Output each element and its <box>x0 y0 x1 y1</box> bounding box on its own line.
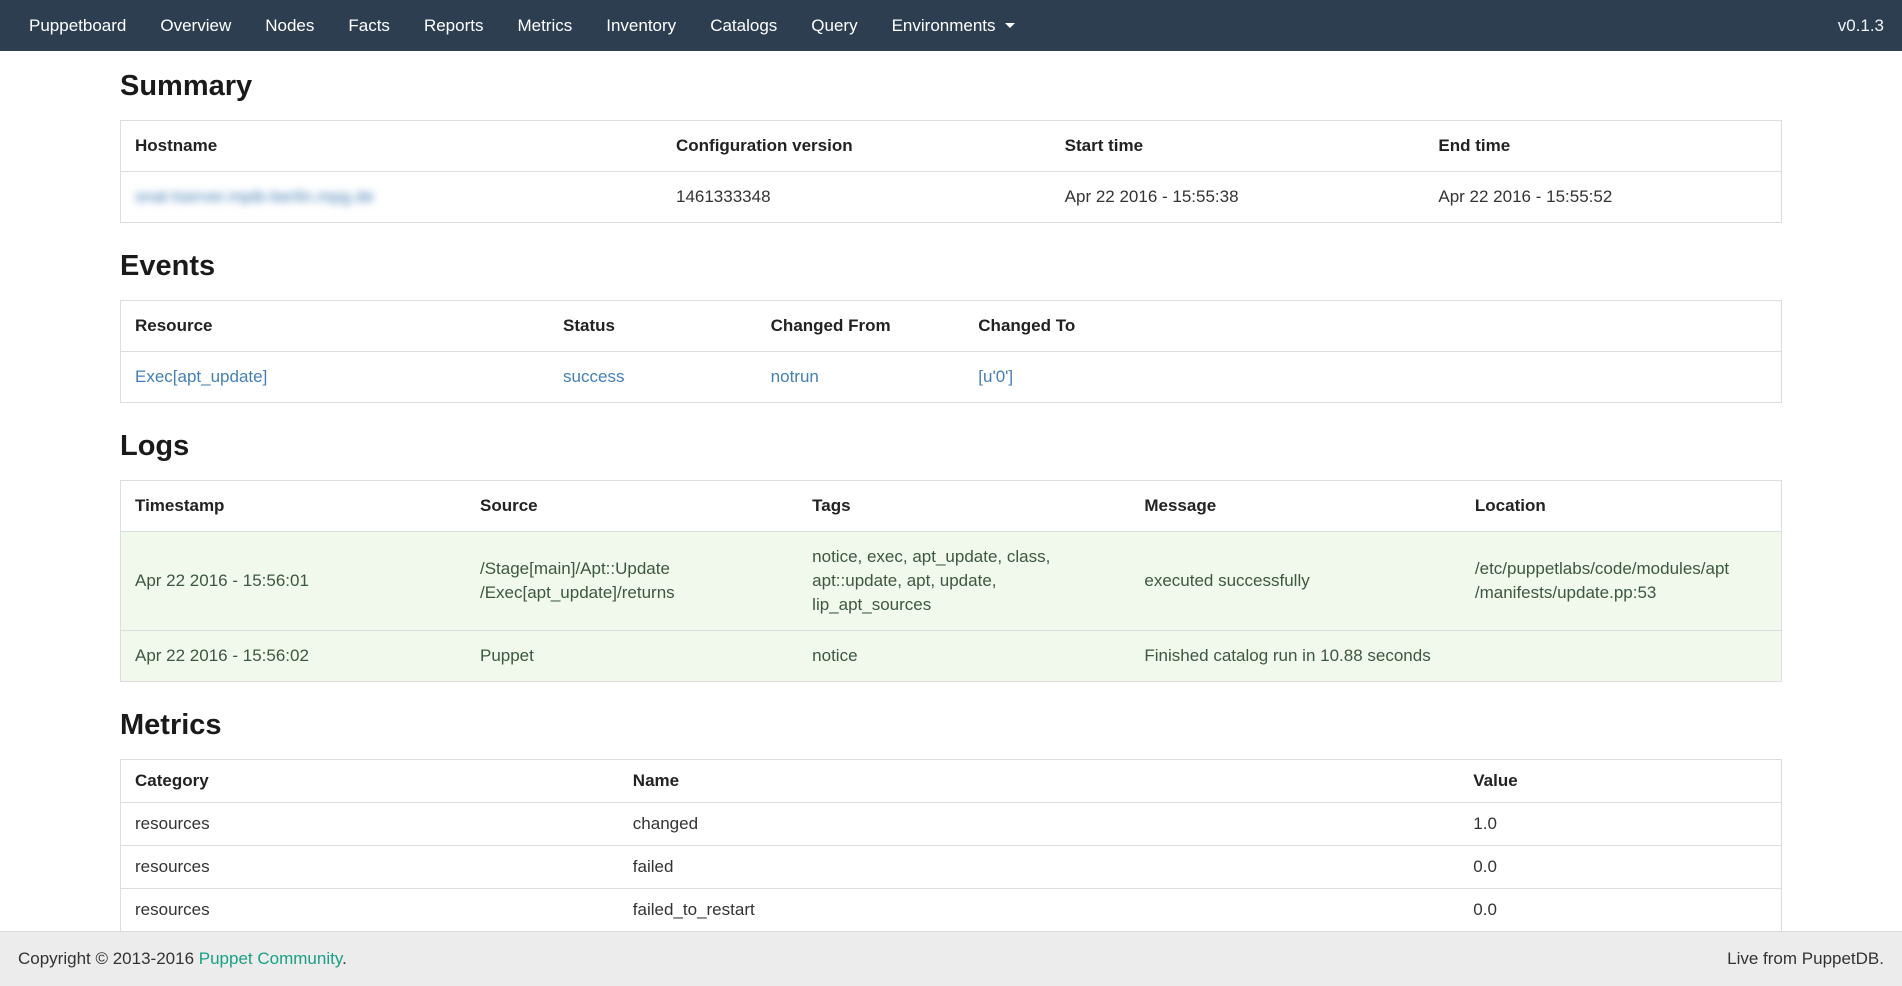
summary-col-end-time: End time <box>1424 121 1781 172</box>
metrics-table: Category Name Value resources changed 1.… <box>120 759 1782 932</box>
nav-item-metrics[interactable]: Metrics <box>500 0 589 51</box>
metric-value-cell: 1.0 <box>1459 803 1781 846</box>
footer-copyright-suffix: . <box>342 949 347 968</box>
metric-category-cell: resources <box>121 803 619 846</box>
nav-item-facts[interactable]: Facts <box>331 0 407 51</box>
events-col-resource: Resource <box>121 301 550 352</box>
summary-header-row: Hostname Configuration version Start tim… <box>121 121 1782 172</box>
nav-items: Overview Nodes Facts Reports Metrics Inv… <box>143 0 1031 51</box>
nav-dropdown-environments[interactable]: Environments <box>875 0 1032 51</box>
summary-col-start-time: Start time <box>1051 121 1425 172</box>
nav-item-nodes[interactable]: Nodes <box>248 0 331 51</box>
logs-header-row: Timestamp Source Tags Message Location <box>121 481 1782 532</box>
events-col-changed-to: Changed To <box>964 301 1781 352</box>
log-timestamp-cell: Apr 22 2016 - 15:56:02 <box>121 631 466 682</box>
events-col-status: Status <box>549 301 757 352</box>
main-content: Summary Hostname Configuration version S… <box>120 68 1782 932</box>
metrics-header-row: Category Name Value <box>121 760 1782 803</box>
log-location-cell <box>1461 631 1782 682</box>
logs-col-timestamp: Timestamp <box>121 481 466 532</box>
events-heading: Events <box>120 248 1782 284</box>
summary-col-hostname: Hostname <box>121 121 662 172</box>
caret-down-icon <box>1005 23 1015 28</box>
nav-item-overview[interactable]: Overview <box>143 0 248 51</box>
footer: Copyright © 2013-2016 Puppet Community. … <box>0 931 1902 986</box>
version-label: v0.1.3 <box>1838 0 1902 51</box>
nav-brand-puppetboard[interactable]: Puppetboard <box>12 0 143 51</box>
metrics-col-category: Category <box>121 760 619 803</box>
metric-row: resources changed 1.0 <box>121 803 1782 846</box>
nav-item-reports[interactable]: Reports <box>407 0 501 51</box>
event-changed-from-link[interactable]: notrun <box>771 367 819 386</box>
log-tags-cell: notice <box>798 631 1130 682</box>
logs-table: Timestamp Source Tags Message Location A… <box>120 480 1782 682</box>
logs-col-message: Message <box>1130 481 1461 532</box>
events-col-changed-from: Changed From <box>757 301 965 352</box>
summary-row: snat-tserver.mpib-berlin.mpg.de 14613333… <box>121 172 1782 223</box>
log-timestamp-cell: Apr 22 2016 - 15:56:01 <box>121 532 466 631</box>
event-resource-link[interactable]: Exec[apt_update] <box>135 367 267 386</box>
metrics-col-name: Name <box>619 760 1459 803</box>
navbar: Puppetboard Overview Nodes Facts Reports… <box>0 0 1902 51</box>
metrics-heading: Metrics <box>120 707 1782 743</box>
metric-name-cell: failed_to_restart <box>619 889 1459 932</box>
events-table: Resource Status Changed From Changed To … <box>120 300 1782 403</box>
events-header-row: Resource Status Changed From Changed To <box>121 301 1782 352</box>
end-time-cell: Apr 22 2016 - 15:55:52 <box>1424 172 1781 223</box>
log-message-cell: executed successfully <box>1130 532 1461 631</box>
logs-col-location: Location <box>1461 481 1782 532</box>
metric-category-cell: resources <box>121 889 619 932</box>
nav-item-query[interactable]: Query <box>794 0 874 51</box>
logs-heading: Logs <box>120 428 1782 464</box>
footer-source-text: Live from PuppetDB. <box>1727 949 1884 969</box>
metric-row: resources failed 0.0 <box>121 846 1782 889</box>
config-version-cell: 1461333348 <box>662 172 1051 223</box>
metrics-col-value: Value <box>1459 760 1781 803</box>
event-changed-to-link[interactable]: [u'0'] <box>978 367 1013 386</box>
metric-category-cell: resources <box>121 846 619 889</box>
metric-row: resources failed_to_restart 0.0 <box>121 889 1782 932</box>
logs-col-tags: Tags <box>798 481 1130 532</box>
summary-heading: Summary <box>120 68 1782 104</box>
log-source-cell: Puppet <box>466 631 798 682</box>
hostname-link[interactable]: snat-tserver.mpib-berlin.mpg.de <box>135 187 374 206</box>
logs-col-source: Source <box>466 481 798 532</box>
summary-col-config-version: Configuration version <box>662 121 1051 172</box>
metric-value-cell: 0.0 <box>1459 846 1781 889</box>
metric-value-cell: 0.0 <box>1459 889 1781 932</box>
metric-name-cell: changed <box>619 803 1459 846</box>
nav-dropdown-environments-label: Environments <box>892 16 996 36</box>
footer-copyright: Copyright © 2013-2016 Puppet Community. <box>18 949 347 969</box>
log-message-cell: Finished catalog run in 10.88 seconds <box>1130 631 1461 682</box>
event-status-link[interactable]: success <box>563 367 624 386</box>
log-row: Apr 22 2016 - 15:56:01 /Stage[main]/Apt:… <box>121 532 1782 631</box>
footer-copyright-text: Copyright © 2013-2016 <box>18 949 199 968</box>
log-tags-cell: notice, exec, apt_update, class, apt::up… <box>798 532 1130 631</box>
log-location-cell: /etc/puppetlabs/code/modules/apt/manifes… <box>1461 532 1782 631</box>
puppet-community-link[interactable]: Puppet Community <box>199 949 342 968</box>
nav-item-inventory[interactable]: Inventory <box>589 0 693 51</box>
log-source-cell: /Stage[main]/Apt::Update/Exec[apt_update… <box>466 532 798 631</box>
metric-name-cell: failed <box>619 846 1459 889</box>
event-row: Exec[apt_update] success notrun [u'0'] <box>121 352 1782 403</box>
nav-item-catalogs[interactable]: Catalogs <box>693 0 794 51</box>
start-time-cell: Apr 22 2016 - 15:55:38 <box>1051 172 1425 223</box>
summary-table: Hostname Configuration version Start tim… <box>120 120 1782 223</box>
log-row: Apr 22 2016 - 15:56:02 Puppet notice Fin… <box>121 631 1782 682</box>
